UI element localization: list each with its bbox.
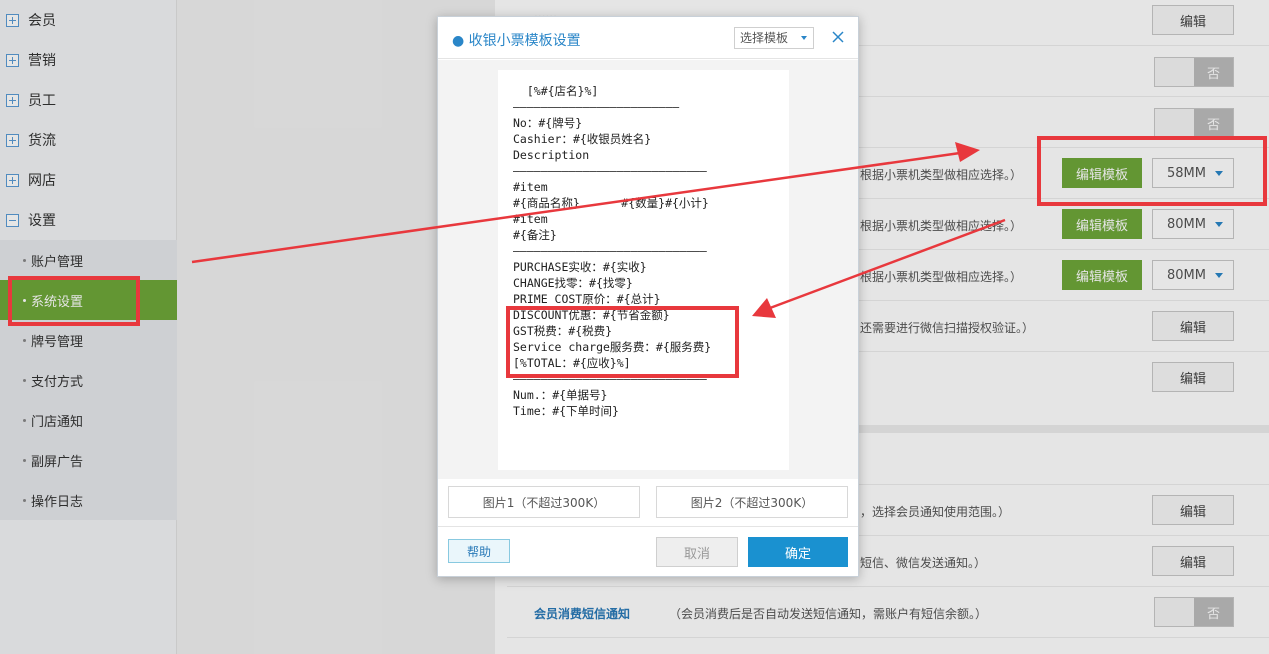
cancel-button[interactable]: 取消 xyxy=(656,537,738,567)
receipt-line: Description xyxy=(513,148,590,162)
template-select[interactable]: 选择模板 xyxy=(734,27,814,49)
caret-down-icon xyxy=(801,36,807,40)
receipt-line: Time：#{下单时间} xyxy=(513,404,619,418)
receipt-line: #{商品名称} #{数量}#{小计} xyxy=(513,196,709,210)
annotation-box-edit-template xyxy=(1037,136,1267,206)
receipt-line: ———————————————————————————— xyxy=(513,244,707,258)
receipt-line: ———————————————————————————— xyxy=(513,164,707,178)
receipt-line: #item xyxy=(513,212,548,226)
upload-image2-button[interactable]: 图片2（不超过300K） xyxy=(656,486,848,518)
receipt-line: [%#{店名}%] xyxy=(513,84,599,98)
dialog-header: ● 收银小票模板设置 选择模板 xyxy=(438,17,858,59)
close-icon[interactable] xyxy=(830,29,846,45)
annotation-box-system-settings xyxy=(8,276,140,326)
select-value: 选择模板 xyxy=(740,31,789,45)
receipt-preview-area: [%#{店名}%] ———————————————————————— No：#{… xyxy=(438,60,858,479)
upload-image1-button[interactable]: 图片1（不超过300K） xyxy=(448,486,640,518)
receipt-line: PURCHASE实收：#{实收} xyxy=(513,260,647,274)
receipt-line: ———————————————————————— xyxy=(513,100,680,114)
confirm-button[interactable]: 确定 xyxy=(748,537,848,567)
receipt-template-dialog: ● 收银小票模板设置 选择模板 [%#{店名}%] ——————————————… xyxy=(437,16,859,577)
receipt-preview[interactable]: [%#{店名}%] ———————————————————————— No：#{… xyxy=(498,70,789,470)
annotation-box-receipt-fields xyxy=(506,306,739,378)
receipt-line: No：#{牌号} xyxy=(513,116,583,130)
dialog-footer-divider xyxy=(438,526,858,527)
dialog-title: ● 收银小票模板设置 xyxy=(452,33,581,49)
receipt-line: Cashier：#{收银员姓名} xyxy=(513,132,652,146)
help-button[interactable]: 帮助 xyxy=(448,539,510,563)
receipt-line: PRIME COST原价：#{总计} xyxy=(513,292,661,306)
receipt-line: #item xyxy=(513,180,548,194)
receipt-line: Num.：#{单据号} xyxy=(513,388,608,402)
receipt-line: CHANGE找零：#{找零} xyxy=(513,276,633,290)
receipt-line: #{备注} xyxy=(513,228,557,242)
